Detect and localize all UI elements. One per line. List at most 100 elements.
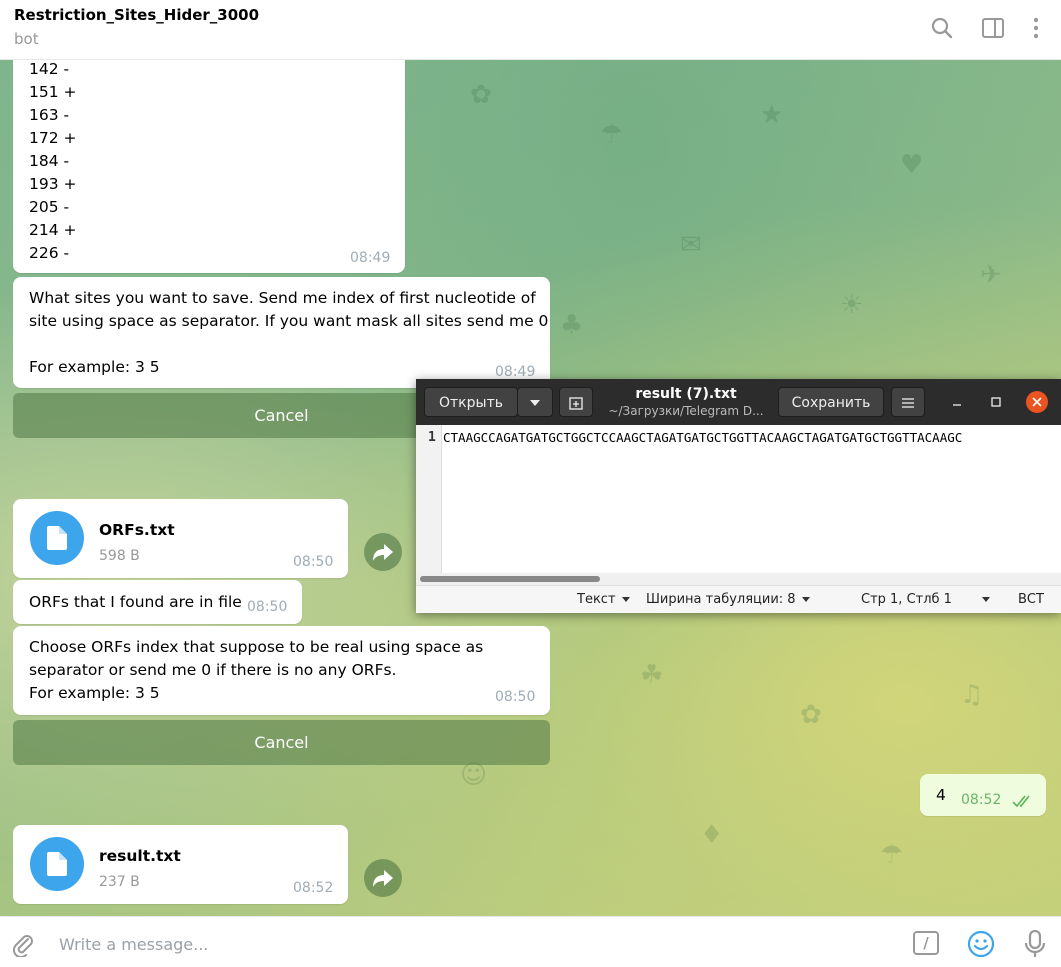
doodle-icon: ☘: [640, 660, 664, 690]
emoji-icon[interactable]: [966, 929, 996, 959]
hamburger-menu-button[interactable]: [891, 387, 925, 417]
message-time: 08:50: [495, 689, 536, 705]
open-dropdown-button[interactable]: [517, 387, 553, 417]
message-text: ORFs that I found are in file: [29, 593, 242, 611]
scrollbar-thumb[interactable]: [420, 576, 600, 582]
doodle-icon: ✉: [680, 230, 702, 260]
document-icon: [47, 852, 67, 876]
cursor-position[interactable]: Стр 1, Стлб 1: [861, 592, 952, 607]
doodle-icon: ☂: [880, 840, 904, 870]
forward-button[interactable]: [364, 533, 402, 571]
site-list-line: 172 +: [29, 129, 77, 147]
cursor-position-label: Стр 1, Стлб 1: [861, 592, 952, 607]
attach-icon[interactable]: [10, 931, 36, 957]
doodle-icon: ♥: [900, 150, 924, 180]
search-icon[interactable]: [928, 14, 956, 42]
message-text: What sites you want to save. Send me ind…: [29, 289, 549, 376]
file-name: result.txt: [99, 847, 181, 865]
site-list-line: 163 -: [29, 106, 70, 124]
doodle-icon: ☂: [600, 120, 624, 150]
microphone-icon[interactable]: [1022, 929, 1048, 959]
file-download-button[interactable]: [30, 837, 84, 891]
save-button[interactable]: Сохранить: [778, 387, 884, 417]
line-number-gutter: [416, 425, 442, 573]
chat-title[interactable]: Restriction_Sites_Hider_3000: [14, 6, 259, 24]
doodle-icon: ✿: [470, 80, 492, 110]
insert-mode-label[interactable]: ВСТ: [1018, 592, 1044, 607]
site-list-line: 214 +: [29, 221, 77, 239]
doodle-icon: ☀: [840, 290, 864, 320]
close-icon: [1032, 397, 1042, 407]
message-input-bar: Write a message... /: [0, 916, 1061, 967]
editor-file-path: ~/Загрузки/Telegram D...: [608, 404, 764, 418]
message-bubble-orfs-found[interactable]: ORFs that I found are in file 08:50: [13, 580, 302, 624]
site-list-line: 205 -: [29, 198, 70, 216]
file-name: ORFs.txt: [99, 521, 175, 539]
message-bubble-outgoing[interactable]: 4 08:52: [920, 774, 1046, 816]
horizontal-scrollbar[interactable]: [416, 573, 1061, 585]
site-list-line: 193 +: [29, 175, 77, 193]
message-time: 08:50: [247, 599, 288, 615]
menu-icon: [902, 398, 914, 408]
syntax-mode-label: Текст: [577, 592, 616, 607]
position-dropdown[interactable]: [976, 592, 990, 607]
chevron-down-icon: [621, 597, 630, 602]
syntax-mode-dropdown[interactable]: Текст: [577, 592, 630, 607]
message-bubble-save-prompt[interactable]: What sites you want to save. Send me ind…: [13, 277, 550, 388]
doodle-icon: ✿: [800, 700, 822, 730]
message-bubble-file-result[interactable]: result.txt 237 B 08:52: [13, 825, 348, 904]
message-bubble-orfs-prompt[interactable]: Choose ORFs index that suppose to be rea…: [13, 626, 550, 715]
doodle-icon: ✈: [980, 260, 1002, 290]
forward-arrow-icon: [373, 544, 393, 561]
editor-text-content[interactable]: CTAAGCCAGATGATGCTGGCTCCAAGCTAGATGATGCTGG…: [443, 430, 1058, 445]
open-button[interactable]: Открыть: [424, 387, 518, 417]
close-button[interactable]: [1026, 391, 1048, 413]
minimize-icon: [953, 404, 961, 406]
site-list-line: 226 -: [29, 244, 70, 262]
maximize-button[interactable]: [987, 393, 1005, 411]
file-size: 598 B: [99, 548, 140, 564]
editor-statusbar: Текст Ширина табуляции: 8 Стр 1, Стлб 1 …: [416, 585, 1061, 613]
message-time: 08:49: [495, 364, 536, 380]
message-bubble-sites[interactable]: 142 - 151 + 163 - 172 + 184 - 193 + 205 - 214 +…: [13, 60, 405, 273]
message-time: 08:50: [293, 554, 334, 570]
chevron-down-icon: [801, 597, 810, 602]
chevron-down-icon: [530, 400, 540, 406]
message-time: 08:52: [961, 792, 1002, 808]
doodle-icon: ♫: [960, 680, 984, 710]
message-input[interactable]: Write a message...: [59, 935, 208, 954]
bot-command-button[interactable]: /: [913, 931, 939, 955]
site-list-line: 151 +: [29, 83, 77, 101]
sidebar-toggle-icon[interactable]: [979, 14, 1007, 42]
file-download-button[interactable]: [30, 511, 84, 565]
minimize-button[interactable]: [948, 393, 966, 411]
line-number: 1: [428, 430, 436, 445]
chat-header: Restriction_Sites_Hider_3000 bot: [0, 0, 1061, 60]
maximize-icon: [991, 397, 1001, 407]
forward-button[interactable]: [364, 859, 402, 897]
doodle-icon: ♦: [700, 820, 724, 850]
cancel-button[interactable]: Cancel: [13, 720, 550, 765]
editor-file-name: result (7).txt: [635, 386, 737, 402]
message-bubble-file-orfs[interactable]: ORFs.txt 598 B 08:50: [13, 499, 348, 578]
forward-arrow-icon: [373, 870, 393, 887]
message-text: 4: [936, 786, 946, 804]
doodle-icon: ♣: [560, 310, 584, 340]
site-list-line: 142 -: [29, 60, 70, 78]
text-editor-window[interactable]: Открыть result (7).txt ~/Загрузки/Telegr…: [416, 379, 1061, 613]
chat-subtitle: bot: [14, 30, 39, 48]
editor-titlebar[interactable]: Открыть result (7).txt ~/Загрузки/Telegr…: [416, 379, 1061, 425]
more-menu-icon[interactable]: [1022, 14, 1050, 42]
message-time: 08:52: [293, 880, 334, 896]
double-check-icon: [1012, 795, 1030, 808]
message-time: 08:49: [350, 250, 391, 266]
new-tab-icon: [569, 397, 583, 410]
tab-width-label: Ширина табуляции: 8: [646, 592, 796, 607]
site-list-line: 184 -: [29, 152, 70, 170]
document-icon: [47, 526, 67, 550]
doodle-icon: ★: [760, 100, 784, 130]
chevron-down-icon: [982, 597, 990, 602]
tab-width-dropdown[interactable]: Ширина табуляции: 8: [646, 592, 810, 607]
message-text: Choose ORFs index that suppose to be rea…: [29, 638, 484, 702]
file-size: 237 B: [99, 874, 140, 890]
